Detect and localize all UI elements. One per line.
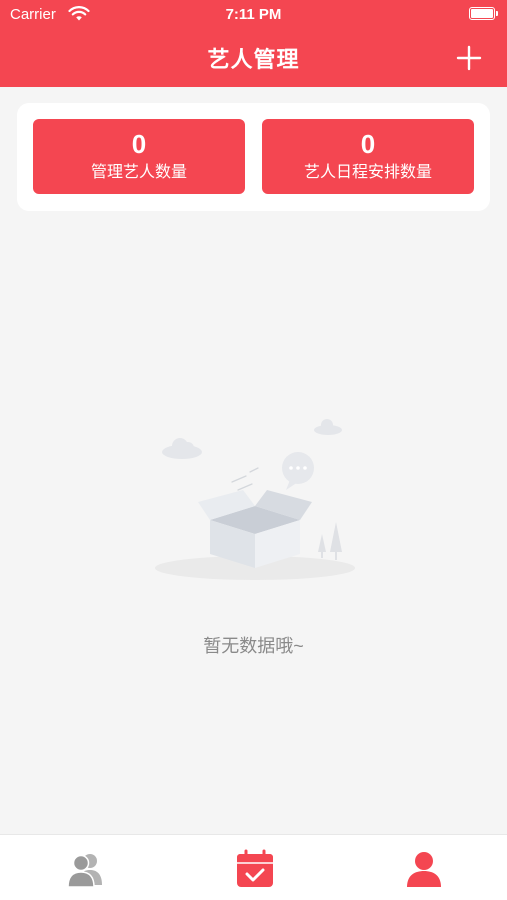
header: Carrier 7:11 PM 艺人管理	[0, 0, 507, 87]
add-icon[interactable]	[456, 45, 482, 71]
status-time: 7:11 PM	[225, 6, 282, 23]
empty-state-message: 暂无数据哦~	[203, 636, 304, 656]
status-bar: Carrier 7:11 PM	[0, 0, 507, 30]
tab-bar	[0, 834, 507, 900]
stats-card: 0 管理艺人数量 0 艺人日程安排数量	[17, 103, 490, 211]
stat-value: 0	[131, 129, 147, 159]
stat-label: 管理艺人数量	[90, 164, 187, 181]
page-title: 艺人管理	[207, 47, 300, 72]
stat-value: 0	[360, 129, 376, 159]
battery-icon	[469, 7, 498, 20]
stat-schedule-count[interactable]: 0 艺人日程安排数量	[262, 119, 474, 194]
empty-box-illustration	[155, 419, 355, 580]
stat-artist-count[interactable]: 0 管理艺人数量	[33, 119, 245, 194]
calendar-check-icon[interactable]	[235, 849, 275, 889]
users-icon[interactable]	[66, 849, 106, 889]
stat-label: 艺人日程安排数量	[303, 164, 432, 181]
person-icon[interactable]	[404, 849, 444, 889]
